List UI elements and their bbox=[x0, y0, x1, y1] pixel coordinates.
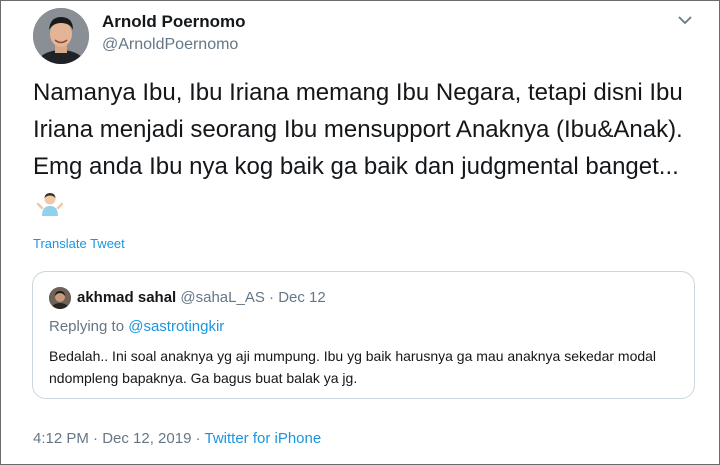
tweet-text: Namanya Ibu, Ibu Iriana memang Ibu Negar… bbox=[33, 79, 683, 180]
quote-text: Bedalah.. Ini soal anaknya yg aji mumpun… bbox=[49, 348, 657, 386]
tweet-card: Arnold Poernomo @ArnoldPoernomo Namanya … bbox=[0, 0, 720, 465]
quote-separator: · bbox=[269, 289, 275, 306]
quote-replying-to: Replying to @sastrotingkir bbox=[49, 318, 224, 335]
tweet-source-link[interactable]: Twitter for iPhone bbox=[204, 430, 321, 447]
quote-author-name[interactable]: akhmad sahal bbox=[77, 289, 176, 306]
chevron-down-icon bbox=[678, 15, 692, 24]
more-options-button[interactable] bbox=[674, 11, 696, 29]
quoted-tweet[interactable]: akhmad sahal @sahaL_AS · Dec 12 Replying… bbox=[32, 271, 695, 399]
tweet-meta: 4:12 PM · Dec 12, 2019 · Twitter for iPh… bbox=[33, 430, 321, 447]
replying-to-user-link[interactable]: @sastrotingkir bbox=[128, 318, 224, 335]
author-name[interactable]: Arnold Poernomo bbox=[102, 12, 246, 32]
tweet-body: Namanya Ibu, Ibu Iriana memang Ibu Negar… bbox=[33, 74, 693, 228]
person-shrugging-icon bbox=[36, 191, 64, 228]
replying-prefix: Replying to bbox=[49, 318, 129, 335]
quote-author-handle[interactable]: @sahaL_AS bbox=[180, 289, 264, 306]
tweet-timestamp[interactable]: 4:12 PM · Dec 12, 2019 · bbox=[33, 430, 204, 447]
author-handle[interactable]: @ArnoldPoernomo bbox=[102, 36, 238, 54]
translate-tweet-link[interactable]: Translate Tweet bbox=[33, 236, 125, 251]
quote-date[interactable]: Dec 12 bbox=[278, 289, 326, 306]
author-avatar[interactable] bbox=[33, 8, 89, 64]
quote-header: akhmad sahal @sahaL_AS · Dec 12 bbox=[77, 289, 326, 306]
quote-author-avatar[interactable] bbox=[49, 287, 71, 309]
